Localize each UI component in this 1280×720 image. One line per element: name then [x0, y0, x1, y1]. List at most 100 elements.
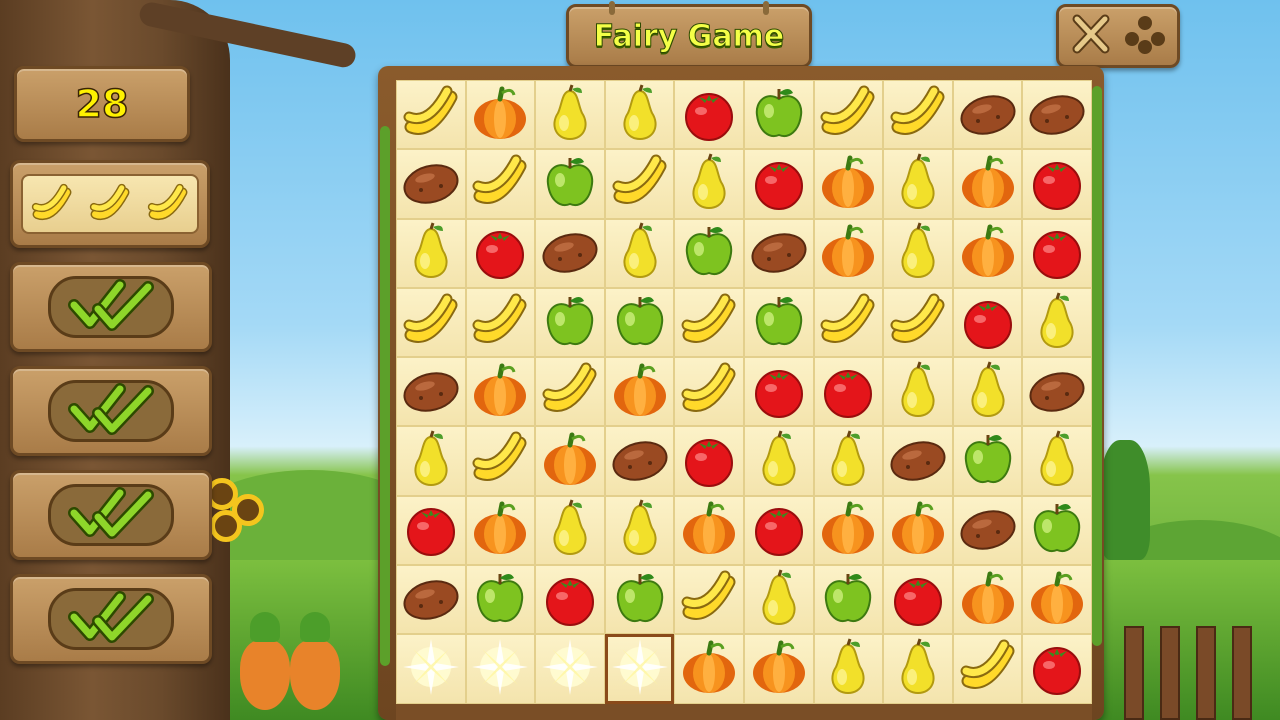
- board-cell[interactable]: [1022, 80, 1092, 150]
- board-cell[interactable]: [952, 149, 1023, 219]
- board-cell[interactable]: [674, 495, 744, 566]
- board-cell[interactable]: [883, 357, 953, 427]
- board-cell[interactable]: [465, 287, 536, 358]
- gamepad-dots-icon[interactable]: [1121, 13, 1169, 59]
- board-cell[interactable]: [813, 80, 884, 150]
- board-cell[interactable]: [465, 565, 536, 635]
- board-cell[interactable]: [535, 149, 605, 219]
- board-cell[interactable]: [604, 287, 675, 358]
- board-cell[interactable]: [604, 565, 675, 635]
- board-cell[interactable]: [883, 218, 953, 288]
- board-cell[interactable]: [952, 80, 1023, 150]
- board-cell[interactable]: [1022, 287, 1092, 358]
- board-cell[interactable]: [1022, 565, 1092, 635]
- board-cell[interactable]: [952, 495, 1023, 566]
- board-cell[interactable]: [396, 80, 466, 150]
- game-board: [396, 80, 1092, 720]
- board-cell[interactable]: [743, 80, 814, 150]
- board-cell[interactable]: [396, 218, 466, 288]
- board-cell[interactable]: [743, 634, 814, 704]
- board-cell[interactable]: [604, 218, 675, 288]
- board-cell[interactable]: [1022, 149, 1092, 219]
- board-cell[interactable]: [674, 287, 744, 358]
- board-cell[interactable]: [743, 218, 814, 288]
- board-cell[interactable]: [396, 287, 466, 358]
- board-cell[interactable]: [813, 495, 884, 566]
- objective-badge: [48, 380, 174, 442]
- board-cell[interactable]: [674, 426, 744, 496]
- board-cell[interactable]: [674, 357, 744, 427]
- board-cell[interactable]: [465, 634, 536, 704]
- board-cell[interactable]: [1022, 426, 1092, 496]
- board-cell[interactable]: [813, 426, 884, 496]
- board-cell[interactable]: [883, 565, 953, 635]
- board-cell[interactable]: [465, 495, 536, 566]
- board-cell[interactable]: [535, 287, 605, 358]
- board-cell[interactable]: [396, 426, 466, 496]
- board-cell[interactable]: [952, 357, 1023, 427]
- board-cell[interactable]: [604, 80, 675, 150]
- board-cell[interactable]: [674, 80, 744, 150]
- banana-icon: [818, 291, 878, 355]
- board-cell[interactable]: [1022, 495, 1092, 566]
- board-cell[interactable]: [813, 357, 884, 427]
- board-cell[interactable]: [535, 426, 605, 496]
- board-cell[interactable]: [883, 495, 953, 566]
- board-cell[interactable]: [396, 495, 466, 566]
- board-cell[interactable]: [604, 149, 675, 219]
- board-cell[interactable]: [535, 634, 605, 704]
- board-cell[interactable]: [743, 287, 814, 358]
- board-cell[interactable]: [883, 287, 953, 358]
- board-cell[interactable]: [1022, 218, 1092, 288]
- board-cell[interactable]: [743, 357, 814, 427]
- board-cell[interactable]: [1022, 634, 1092, 704]
- close-icon[interactable]: [1067, 13, 1115, 59]
- board-cell[interactable]: [743, 565, 814, 635]
- board-cell[interactable]: [396, 565, 466, 635]
- board-cell[interactable]: [535, 565, 605, 635]
- board-cell[interactable]: [883, 149, 953, 219]
- board-cell[interactable]: [813, 149, 884, 219]
- board-cell[interactable]: [952, 426, 1023, 496]
- board-cell[interactable]: [743, 149, 814, 219]
- board-cell[interactable]: [952, 565, 1023, 635]
- board-cell[interactable]: [604, 426, 675, 496]
- board-cell[interactable]: [674, 218, 744, 288]
- board-cell[interactable]: [952, 634, 1023, 704]
- board-cell[interactable]: [535, 495, 605, 566]
- board-cell[interactable]: [465, 218, 536, 288]
- board-cell[interactable]: [952, 287, 1023, 358]
- tomato-icon: [470, 221, 530, 285]
- board-cell[interactable]: [396, 149, 466, 219]
- board-cell[interactable]: [883, 634, 953, 704]
- board-cell[interactable]: [1022, 357, 1092, 427]
- board-cell[interactable]: [674, 149, 744, 219]
- board-cell[interactable]: [813, 287, 884, 358]
- board-cell[interactable]: [813, 565, 884, 635]
- tomato-icon: [749, 152, 809, 216]
- board-cell[interactable]: [535, 80, 605, 150]
- board-cell[interactable]: [535, 357, 605, 427]
- board-cell[interactable]: [952, 218, 1023, 288]
- board-cell[interactable]: [813, 218, 884, 288]
- board-cell[interactable]: [813, 634, 884, 704]
- board-cell[interactable]: [604, 357, 675, 427]
- board-cell[interactable]: [396, 634, 466, 704]
- board-cell[interactable]: [883, 426, 953, 496]
- board-cell[interactable]: [465, 149, 536, 219]
- board-cell[interactable]: [535, 218, 605, 288]
- board-cell[interactable]: [674, 565, 744, 635]
- board-cell[interactable]: [604, 634, 675, 704]
- objective-plank: [10, 366, 212, 456]
- board-cell[interactable]: [674, 634, 744, 704]
- board-cell[interactable]: [743, 426, 814, 496]
- board-cell[interactable]: [883, 80, 953, 150]
- board-cell[interactable]: [465, 426, 536, 496]
- tomato-icon: [540, 568, 600, 632]
- menu-button[interactable]: [1056, 4, 1180, 68]
- board-cell[interactable]: [465, 357, 536, 427]
- board-cell[interactable]: [396, 357, 466, 427]
- board-cell[interactable]: [743, 495, 814, 566]
- board-cell[interactable]: [465, 80, 536, 150]
- board-cell[interactable]: [604, 495, 675, 566]
